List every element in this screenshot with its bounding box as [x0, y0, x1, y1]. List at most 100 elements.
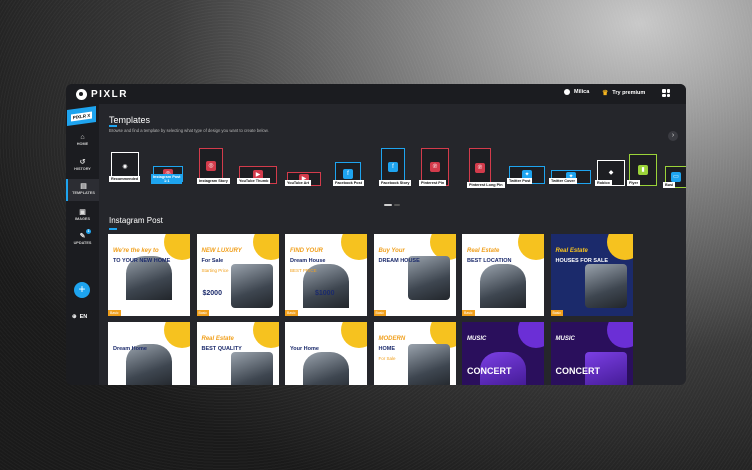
create-new-button[interactable]: + — [74, 282, 90, 298]
pinterest-icon: ℗ — [430, 162, 440, 172]
template-card[interactable]: FIND YOUR Dream House BEST PRICE $1000 Basic — [285, 234, 367, 316]
title-underline — [109, 125, 117, 127]
sidebar-item-label: HOME — [76, 142, 89, 146]
carousel-page[interactable] — [394, 204, 400, 206]
card-tier-badge: Basic — [108, 310, 121, 316]
pinterest-icon: ℗ — [475, 163, 485, 173]
try-premium-button[interactable]: ♛ Try premium — [602, 89, 645, 97]
flyer-icon: ▮ — [638, 165, 648, 175]
card-tier-badge: Basic — [373, 310, 387, 316]
sidebar-item-updates[interactable]: ✎ 1 UPDATES — [66, 229, 99, 246]
template-card[interactable]: Real Estate BEST LOCATION Basic — [462, 234, 544, 316]
card-photo — [480, 264, 526, 308]
premium-label: Try premium — [612, 90, 646, 96]
sidebar-item-templates[interactable]: ▤ TEMPLATES — [66, 179, 99, 201]
logo-text: PIXLR — [91, 88, 128, 100]
crown-icon: ♛ — [602, 90, 609, 97]
card-tier-badge: Basic — [550, 310, 564, 316]
card-decoration — [341, 234, 367, 260]
globe-icon: ⊕ — [72, 314, 77, 320]
sidebar-item-label: TEMPLATES — [72, 191, 95, 195]
sidebar-item-history[interactable]: ↺ HISTORY — [66, 158, 99, 172]
template-card[interactable]: Real Estate HOUSES FOR SALE Basic — [550, 234, 633, 316]
sidebar-item-label: IMAGES — [75, 217, 90, 221]
templates-icon: ▤ — [80, 183, 87, 190]
top-bar: PIXLR Milica ♛ Try premium — [66, 84, 686, 104]
sidebar-item-home[interactable]: ⌂ HOME — [66, 134, 99, 148]
language-selector[interactable]: ⊕ EN — [72, 314, 87, 320]
facebook-icon: f — [343, 169, 353, 179]
card-decoration — [252, 322, 279, 348]
card-subheadline: CONCERT — [555, 366, 601, 376]
card-tier-badge: Basic — [196, 310, 210, 316]
template-type-label: Busi — [663, 182, 676, 188]
template-type-label: Pinterest Long Pin — [467, 182, 505, 188]
updates-count-badge: 1 — [86, 229, 91, 234]
logo[interactable]: PIXLR — [76, 88, 128, 100]
carousel-page-active[interactable] — [384, 204, 392, 206]
template-card[interactable]: MODERN HOME For Sale — [373, 322, 456, 385]
section-underline — [109, 228, 117, 230]
card-headline: MUSIC — [555, 336, 575, 342]
card-subheadline: Your Home — [290, 346, 319, 352]
card-decoration — [518, 322, 544, 348]
card-subheadline: DREAM HOUSE — [378, 258, 420, 264]
sidebar-item-images[interactable]: ▣ IMAGES — [66, 208, 99, 222]
card-headline: We're the key to — [113, 248, 159, 254]
card-subheadline: Dream Home — [113, 346, 147, 352]
card-headline: Buy Your — [378, 248, 405, 254]
template-type-label: Roblox — [595, 180, 612, 186]
template-card[interactable]: Buy Your DREAM HOUSE Basic — [373, 234, 456, 316]
user-menu[interactable]: Milica — [564, 89, 589, 95]
card-subheadline: CONCERT — [467, 366, 512, 376]
card-headline: MODERN — [378, 336, 406, 342]
card-photo — [230, 352, 273, 385]
sidebar-item-label: HISTORY — [74, 167, 91, 171]
card-headline: FIND YOUR — [290, 248, 323, 254]
template-card[interactable]: MUSIC CONCERT — [462, 322, 544, 385]
card-tier-badge: Basic — [462, 310, 475, 316]
template-card[interactable]: MUSIC CONCERT — [550, 322, 633, 385]
card-decoration — [606, 322, 633, 348]
apps-grid-icon[interactable] — [662, 89, 670, 97]
card-detail: For Sale — [378, 356, 396, 361]
template-type-label: Recommended — [109, 176, 141, 182]
card-decoration — [341, 322, 367, 348]
card-subheadline: TO YOUR NEW HOME — [113, 258, 171, 264]
pixlr-logo-icon — [76, 88, 87, 100]
template-card[interactable]: We're the key to TO YOUR NEW HOME Basic — [108, 234, 190, 316]
history-icon: ↺ — [79, 159, 86, 166]
images-icon: ▣ — [79, 209, 86, 216]
pixlr-x-badge[interactable]: PIXLR X — [67, 105, 96, 127]
updates-icon: ✎ — [79, 233, 86, 240]
template-type-label: Instagram Post 1:1 — [151, 174, 183, 184]
template-type-ratio: 1:1 — [163, 179, 170, 183]
template-card[interactable]: Dream Home — [108, 322, 190, 385]
sidebar: PIXLR X ⌂ HOME ↺ HISTORY ▤ TEMPLATES ▣ I… — [66, 104, 99, 385]
card-price: $1000 — [315, 290, 335, 297]
card-decoration — [518, 234, 544, 260]
template-card[interactable]: Real Estate BEST QUALITY — [196, 322, 279, 385]
card-headline: Real Estate — [467, 248, 500, 254]
template-type-label: YouTube Thumb — [237, 178, 271, 184]
language-label: EN — [79, 314, 88, 320]
card-detail: BEST PRICE — [290, 268, 317, 273]
card-subheadline: BEST QUALITY — [201, 346, 242, 352]
carousel-next-button[interactable]: › — [668, 131, 678, 141]
instagram-icon: ◎ — [206, 161, 216, 171]
template-type-label: Facebook Post — [333, 180, 365, 186]
card-headline: MUSIC — [467, 336, 487, 342]
card-tier-badge: Basic — [285, 310, 298, 316]
user-icon — [564, 89, 570, 95]
card-photo — [407, 344, 450, 385]
template-card[interactable]: Your Home — [285, 322, 367, 385]
card-decoration — [252, 234, 279, 260]
card-subheadline: HOME — [378, 346, 396, 352]
template-card[interactable]: NEW LUXURY For Sale Starting Price $2000 Bas… — [196, 234, 279, 316]
card-subheadline: Dream House — [290, 258, 326, 264]
main-content: Templates Browse and find a template by … — [99, 104, 686, 385]
card-detail: Starting Price — [201, 268, 229, 273]
user-name: Milica — [574, 89, 590, 95]
card-photo — [303, 352, 349, 385]
instagram-section-title: Instagram Post — [109, 216, 163, 225]
